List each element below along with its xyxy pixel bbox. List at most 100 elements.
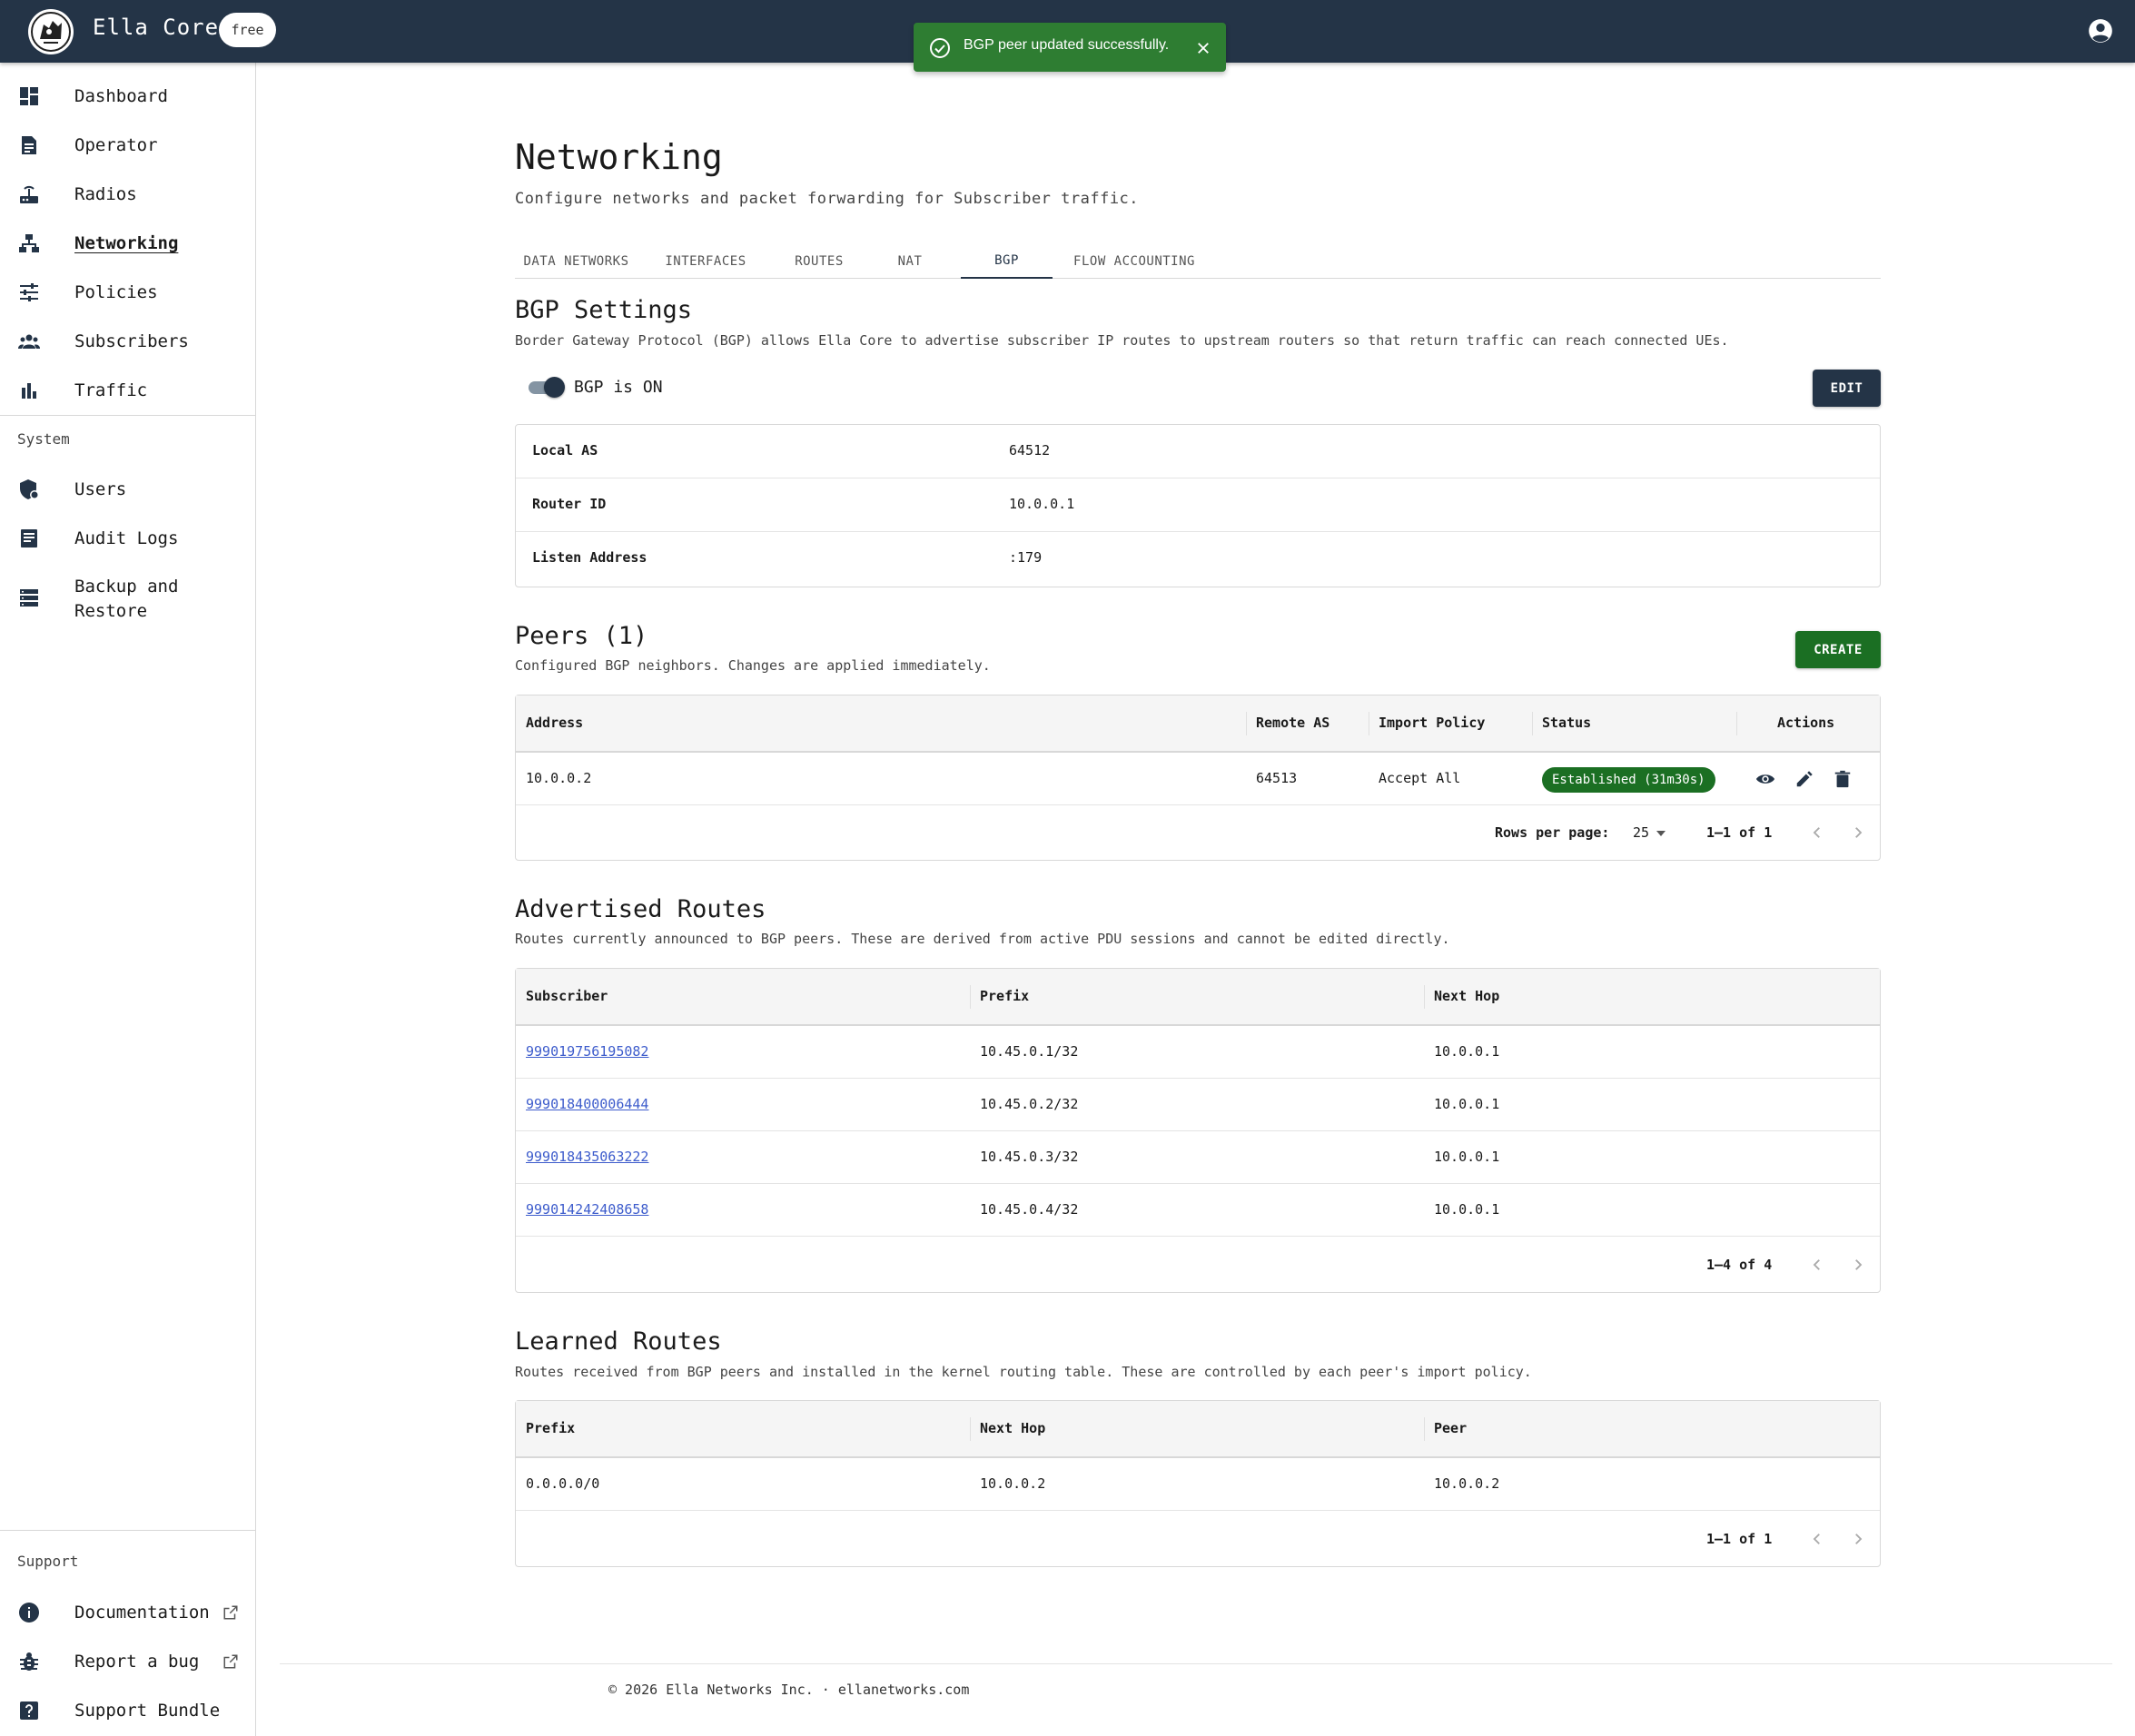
- subscriber-link[interactable]: 999018400006444: [526, 1096, 648, 1112]
- cell-prefix: 10.45.0.2/32: [980, 1096, 1079, 1112]
- bug-icon: [20, 1652, 38, 1671]
- sidebar-item-label: Backup and Restore: [74, 575, 178, 624]
- ella-logo-icon[interactable]: [28, 9, 74, 54]
- chevron-left-icon[interactable]: [1809, 1257, 1825, 1273]
- cell-import-policy: Accept All: [1379, 770, 1461, 786]
- sidebar-item-label: Dashboard: [74, 86, 168, 106]
- sidebar-item-label: Radios: [74, 184, 137, 204]
- section-label-support: Support: [17, 1553, 79, 1570]
- account-circle-icon[interactable]: [2088, 18, 2113, 44]
- sidebar-item-label: Report a bug: [74, 1652, 200, 1672]
- label-line-2: Restore: [74, 601, 148, 621]
- column-separator: [1424, 1417, 1425, 1441]
- sidebar-item-report-bug[interactable]: Report a bug: [0, 1637, 255, 1686]
- cell-prefix: 10.45.0.4/32: [980, 1201, 1079, 1218]
- kv-key: Router ID: [532, 496, 607, 512]
- tab-bgp[interactable]: BGP: [961, 243, 1053, 279]
- sidebar-item-policies[interactable]: Policies: [0, 268, 255, 317]
- chevron-left-icon[interactable]: [1809, 824, 1825, 841]
- sidebar-item-documentation[interactable]: Documentation: [0, 1588, 255, 1637]
- section-label-system: System: [17, 430, 70, 448]
- dashboard-icon: [20, 87, 38, 105]
- sidebar-item-label: Support Bundle: [74, 1701, 221, 1721]
- nav-divider: [0, 1530, 255, 1531]
- sidebar-item-dashboard[interactable]: Dashboard: [0, 72, 255, 121]
- sidebar-item-traffic[interactable]: Traffic: [0, 366, 255, 415]
- kv-value: 10.0.0.1: [1009, 496, 1075, 512]
- table-header: Subscriber Prefix Next Hop: [516, 969, 1880, 1026]
- table-row: 999018435063222 10.45.0.3/32 10.0.0.1: [516, 1131, 1880, 1184]
- close-icon[interactable]: [1195, 40, 1211, 56]
- chevron-left-icon[interactable]: [1809, 1531, 1825, 1547]
- column-header: Next Hop: [980, 1420, 1046, 1436]
- tab-interfaces[interactable]: INTERFACES: [638, 243, 774, 279]
- rows-per-page-label: Rows per page:: [1495, 824, 1610, 841]
- sidebar-item-label: Operator: [74, 135, 158, 155]
- subscriber-link[interactable]: 999014242408658: [526, 1201, 648, 1218]
- column-header: Import Policy: [1379, 715, 1486, 731]
- bgp-toggle[interactable]: [527, 377, 565, 398]
- sidebar-item-subscribers[interactable]: Subscribers: [0, 317, 255, 366]
- edit-button[interactable]: EDIT: [1813, 370, 1881, 407]
- column-separator: [970, 1417, 971, 1441]
- toast-message: BGP peer updated successfully.: [964, 37, 1170, 53]
- admin-shield-icon: [20, 479, 39, 499]
- sidebar-item-radios[interactable]: Radios: [0, 170, 255, 219]
- router-icon: [20, 185, 38, 203]
- delete-trash-icon[interactable]: [1833, 769, 1853, 789]
- advertised-routes-table: Subscriber Prefix Next Hop 9990197561950…: [515, 968, 1881, 1293]
- kv-row-router-id: Router ID 10.0.0.1: [516, 478, 1880, 532]
- learned-routes-table: Prefix Next Hop Peer 0.0.0.0/0 10.0.0.2 …: [515, 1400, 1881, 1567]
- cell-prefix: 10.45.0.1/32: [980, 1043, 1079, 1060]
- learned-routes-title: Learned Routes: [515, 1327, 722, 1356]
- bgp-settings-description: Border Gateway Protocol (BGP) allows Ell…: [515, 332, 1729, 349]
- subscriber-link[interactable]: 999019756195082: [526, 1043, 648, 1060]
- chevron-right-icon[interactable]: [1850, 1257, 1866, 1273]
- kv-key: Local AS: [532, 442, 598, 459]
- column-header: Address: [526, 715, 584, 731]
- edit-pencil-icon[interactable]: [1794, 769, 1814, 789]
- subscriber-link[interactable]: 999018435063222: [526, 1149, 648, 1165]
- table-pagination: 1–1 of 1: [516, 1513, 1880, 1566]
- tab-data-networks[interactable]: DATA NETWORKS: [515, 243, 638, 279]
- network-icon: [19, 234, 39, 252]
- sidebar-item-audit-logs[interactable]: Audit Logs: [0, 514, 255, 563]
- sidebar-item-label: Documentation: [74, 1603, 210, 1623]
- bar-chart-icon: [22, 383, 36, 399]
- sidebar-item-support-bundle[interactable]: Support Bundle: [0, 1686, 255, 1735]
- rows-per-page-select[interactable]: 25: [1633, 824, 1649, 841]
- pagination-range: 1–1 of 1: [1706, 824, 1773, 841]
- sidebar: Dashboard Operator Radios Networking Pol…: [0, 63, 256, 1736]
- cell-next-hop: 10.0.0.1: [1434, 1096, 1500, 1112]
- cell-next-hop: 10.0.0.1: [1434, 1149, 1500, 1165]
- tab-nat[interactable]: NAT: [865, 243, 955, 279]
- column-header: Peer: [1434, 1420, 1468, 1436]
- info-icon: [19, 1603, 39, 1623]
- view-eye-icon[interactable]: [1755, 769, 1775, 789]
- column-separator: [1424, 985, 1425, 1009]
- chevron-right-icon[interactable]: [1850, 1531, 1866, 1547]
- external-link-icon: [223, 1654, 238, 1669]
- success-toast: BGP peer updated successfully.: [914, 23, 1226, 72]
- sidebar-item-label: Audit Logs: [74, 528, 179, 548]
- sliders-icon: [20, 283, 38, 301]
- sidebar-item-networking[interactable]: Networking: [0, 219, 255, 268]
- sidebar-item-label: Subscribers: [74, 331, 189, 351]
- create-peer-button[interactable]: CREATE: [1795, 631, 1881, 668]
- advertised-routes-title: Advertised Routes: [515, 895, 766, 923]
- tab-flow-accounting[interactable]: FLOW ACCOUNTING: [1053, 243, 1216, 279]
- sidebar-item-users[interactable]: Users: [0, 465, 255, 514]
- table-row[interactable]: 10.0.0.2 64513 Accept All Established (3…: [516, 753, 1880, 805]
- cell-prefix: 0.0.0.0/0: [526, 1475, 600, 1492]
- chevron-right-icon[interactable]: [1850, 824, 1866, 841]
- advertised-routes-description: Routes currently announced to BGP peers.…: [515, 931, 1450, 947]
- sidebar-item-operator[interactable]: Operator: [0, 121, 255, 170]
- sidebar-item-backup-restore[interactable]: Backup and Restore: [0, 563, 255, 632]
- nav-divider: [0, 415, 255, 416]
- column-separator: [1736, 712, 1737, 735]
- tab-routes[interactable]: ROUTES: [774, 243, 865, 279]
- dropdown-arrow-icon[interactable]: [1655, 829, 1667, 838]
- tab-bar: DATA NETWORKS INTERFACES ROUTES NAT BGP …: [515, 243, 1881, 279]
- cell-peer: 10.0.0.2: [1434, 1475, 1500, 1492]
- column-header: Actions: [1777, 715, 1835, 731]
